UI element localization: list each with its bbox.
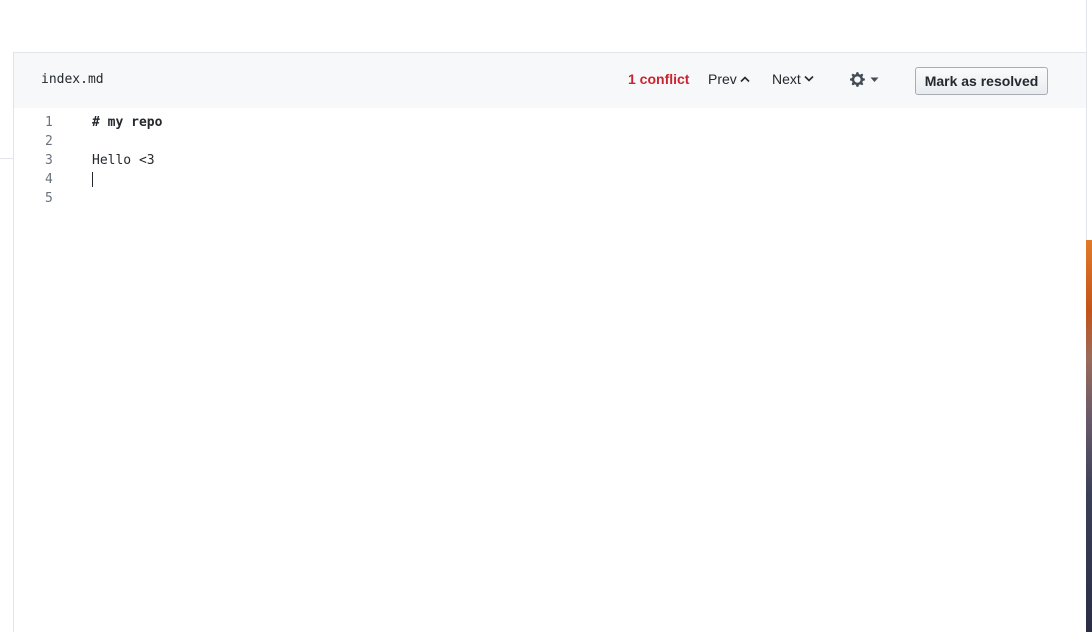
desktop-wallpaper-strip	[1086, 240, 1092, 632]
mark-as-resolved-button[interactable]: Mark as resolved	[915, 67, 1048, 95]
line-number: 5	[45, 191, 53, 206]
file-name: index.md	[41, 72, 104, 87]
code-editor[interactable]: 1 # my repo 2 3 Hello <3 4 5	[14, 108, 1086, 632]
text-cursor	[92, 172, 93, 187]
line-number: 1	[45, 115, 53, 130]
next-label: Next	[772, 71, 801, 87]
code-line: 4	[14, 170, 1086, 189]
code-line: 1 # my repo	[14, 113, 1086, 132]
gear-icon	[850, 72, 865, 87]
line-number: 3	[45, 153, 53, 168]
next-conflict-button[interactable]: Next	[772, 71, 814, 87]
merge-conflict-editor: index.md 1 conflict Prev Next Mark as re…	[0, 0, 1092, 632]
top-blank-area	[0, 0, 1086, 52]
conflict-toolbar: index.md 1 conflict Prev Next Mark as re…	[14, 52, 1086, 109]
code-line: 2	[14, 132, 1086, 151]
conflict-count: 1 conflict	[628, 71, 690, 87]
chevron-up-icon	[740, 76, 750, 83]
line-text[interactable]: Hello <3	[92, 151, 155, 170]
line-text[interactable]: # my repo	[92, 113, 162, 132]
line-number: 4	[45, 172, 53, 187]
prev-label: Prev	[708, 71, 737, 87]
prev-conflict-button[interactable]: Prev	[708, 71, 750, 87]
settings-dropdown-button[interactable]	[850, 71, 879, 88]
chevron-down-icon	[804, 75, 814, 82]
code-line: 3 Hello <3	[14, 151, 1086, 170]
line-number: 2	[45, 134, 53, 149]
sidebar-divider	[0, 158, 13, 159]
code-line: 5	[14, 189, 1086, 208]
caret-down-icon	[870, 77, 879, 82]
file-sidebar	[0, 52, 14, 632]
